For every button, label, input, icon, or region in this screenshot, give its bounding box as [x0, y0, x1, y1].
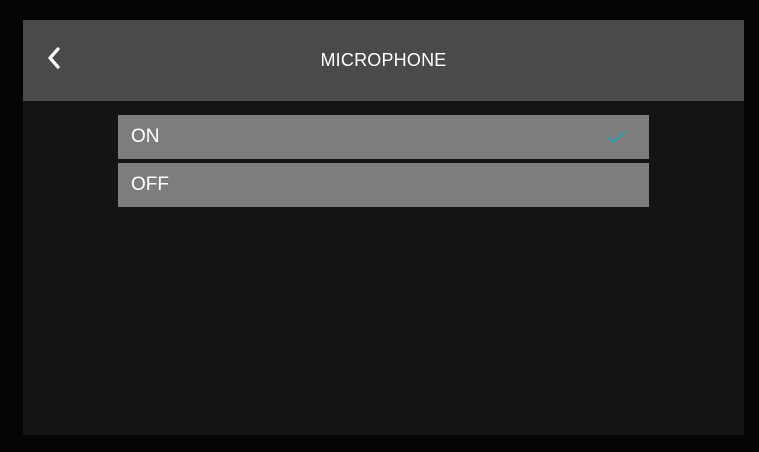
option-label: ON	[131, 126, 160, 147]
device-frame: MICROPHONE ON OFF	[0, 0, 759, 452]
chevron-left-icon	[48, 47, 60, 69]
settings-screen: MICROPHONE ON OFF	[23, 20, 744, 435]
option-on[interactable]: ON	[118, 115, 649, 159]
back-button[interactable]	[37, 38, 71, 78]
option-list: ON OFF	[118, 115, 649, 211]
check-icon	[608, 131, 626, 143]
page-title: MICROPHONE	[320, 50, 447, 70]
option-label: OFF	[131, 174, 169, 195]
option-off[interactable]: OFF	[118, 163, 649, 207]
header-bar: MICROPHONE	[23, 20, 744, 101]
